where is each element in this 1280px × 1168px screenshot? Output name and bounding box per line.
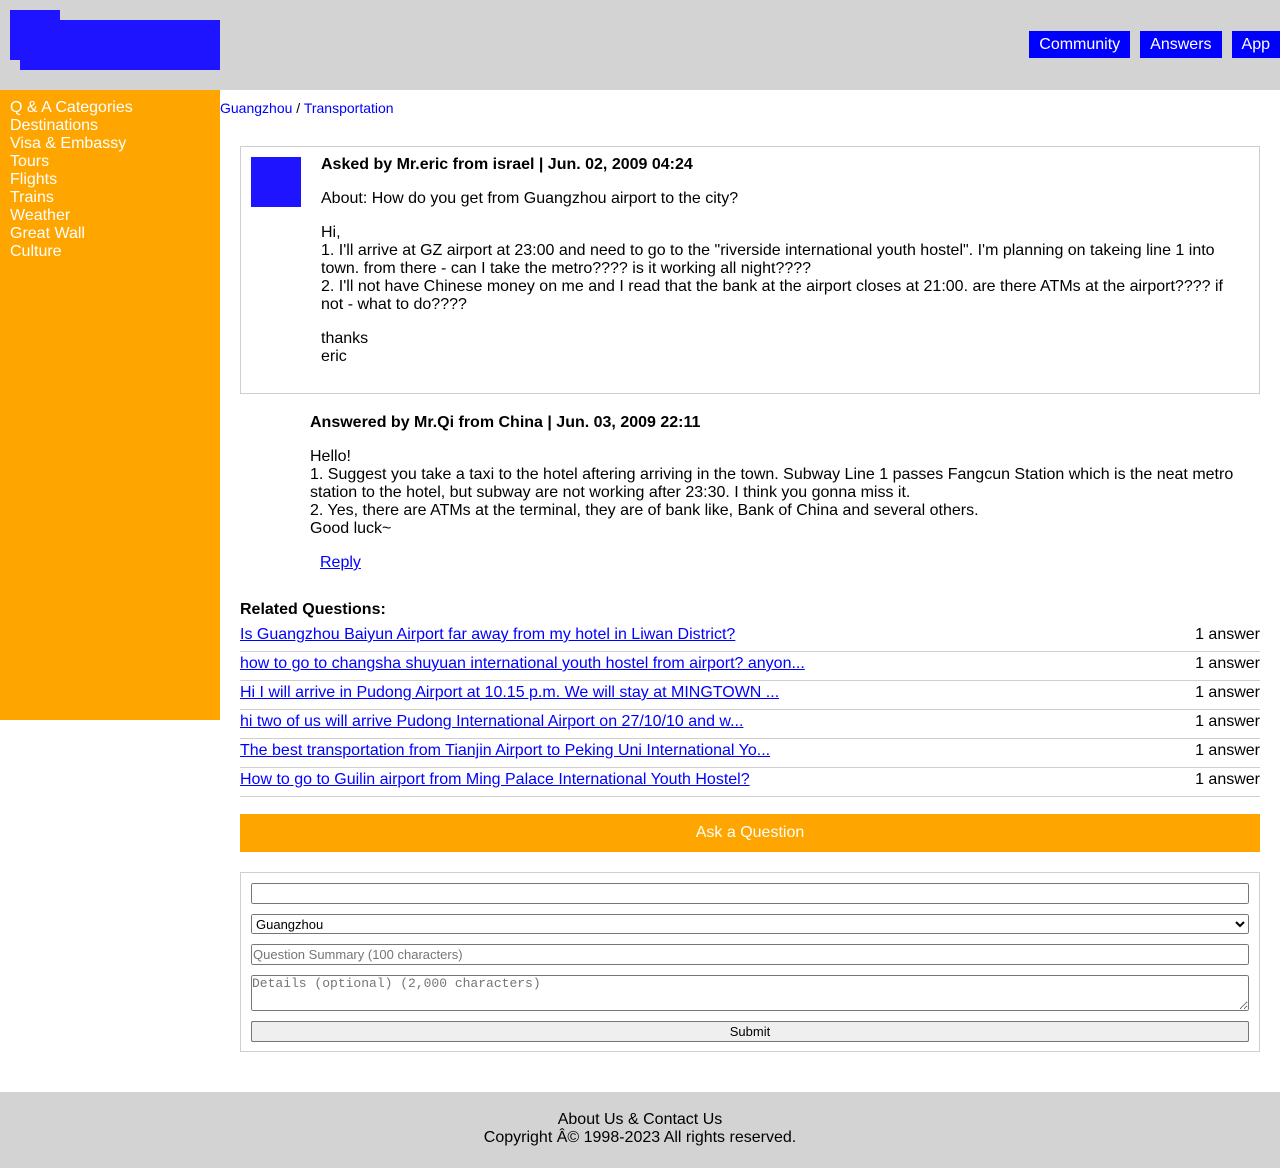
avatar xyxy=(251,157,301,207)
name-input[interactable] xyxy=(251,883,1249,904)
related-question-link[interactable]: Is Guangzhou Baiyun Airport far away fro… xyxy=(240,623,735,651)
related-question-link[interactable]: hi two of us will arrive Pudong Internat… xyxy=(240,710,743,738)
list-item: hi two of us will arrive Pudong Internat… xyxy=(240,710,1260,739)
related-question-link[interactable]: how to go to changsha shuyuan internatio… xyxy=(240,652,805,680)
answer-meta: Answered by Mr.Qi from China | Jun. 03, … xyxy=(310,414,701,431)
sidebar-item-great-wall[interactable]: Great Wall xyxy=(10,225,210,243)
logo-banner[interactable] xyxy=(20,20,220,70)
list-item: how to go to changsha shuyuan internatio… xyxy=(240,652,1260,681)
answer-text: Hello! 1. Suggest you take a taxi to the… xyxy=(310,448,1260,538)
question-line: 1. I'll arrive at GZ airport at 23:00 an… xyxy=(321,242,1215,277)
question-text: Hi, 1. I'll arrive at GZ airport at 23:0… xyxy=(321,224,1241,314)
answer-count: 1 answer xyxy=(1195,713,1260,730)
breadcrumb-separator: / xyxy=(292,100,304,116)
nav-app[interactable]: App xyxy=(1231,31,1280,58)
answer-line: 2. Yes, there are ATMs at the terminal, … xyxy=(310,502,979,519)
answer-count: 1 answer xyxy=(1195,626,1260,643)
copyright-text: Copyright Â© 1998-2023 All rights reserv… xyxy=(483,1129,797,1146)
ask-question-button[interactable]: Ask a Question xyxy=(240,814,1260,852)
answer-count: 1 answer xyxy=(1195,684,1260,701)
question-line: 2. I'll not have Chinese money on me and… xyxy=(321,278,1223,313)
details-textarea[interactable] xyxy=(251,975,1249,1011)
breadcrumb-category[interactable]: Transportation xyxy=(304,100,394,116)
answer-count: 1 answer xyxy=(1195,742,1260,759)
reply-link[interactable]: Reply xyxy=(320,554,361,572)
answer-count: 1 answer xyxy=(1195,771,1260,788)
ask-question-form: Guangzhou Submit xyxy=(240,872,1260,1052)
footer-links[interactable]: About Us & Contact Us xyxy=(0,1111,1280,1129)
signature-line: eric xyxy=(321,348,347,365)
sidebar-item-qa-categories[interactable]: Q & A Categories xyxy=(10,99,210,117)
sidebar-item-weather[interactable]: Weather xyxy=(10,207,210,225)
list-item: The best transportation from Tianjin Air… xyxy=(240,739,1260,768)
sidebar-item-destinations[interactable]: Destinations xyxy=(10,117,210,135)
question-line: Hi, xyxy=(321,224,341,241)
question-card: Asked by Mr.eric from israel | Jun. 02, … xyxy=(240,146,1260,394)
breadcrumb-city[interactable]: Guangzhou xyxy=(220,100,292,116)
answer-line: 1. Suggest you take a taxi to the hotel … xyxy=(310,466,1234,501)
question-summary-input[interactable] xyxy=(251,944,1249,965)
answer-line: Good luck~ xyxy=(310,520,392,537)
breadcrumb: Guangzhou / Transportation xyxy=(220,100,394,116)
sidebar-item-flights[interactable]: Flights xyxy=(10,171,210,189)
top-nav: Community Answers App xyxy=(1019,31,1280,58)
list-item: How to go to Guilin airport from Ming Pa… xyxy=(240,768,1260,797)
answer-line: Hello! xyxy=(310,448,351,465)
site-header: Community Answers App xyxy=(0,0,1280,90)
city-select[interactable]: Guangzhou xyxy=(251,914,1249,934)
related-questions: Related Questions: Is Guangzhou Baiyun A… xyxy=(240,602,1260,797)
sidebar-item-trains[interactable]: Trains xyxy=(10,189,210,207)
question-body: Asked by Mr.eric from israel | Jun. 02, … xyxy=(321,156,1241,366)
sidebar: Q & A Categories Destinations Visa & Emb… xyxy=(0,90,220,720)
answer-count: 1 answer xyxy=(1195,655,1260,672)
related-title: Related Questions: xyxy=(240,601,386,618)
sidebar-item-visa-embassy[interactable]: Visa & Embassy xyxy=(10,135,210,153)
answer-block: Answered by Mr.Qi from China | Jun. 03, … xyxy=(310,414,1260,572)
list-item: Is Guangzhou Baiyun Airport far away fro… xyxy=(240,623,1260,652)
sidebar-item-culture[interactable]: Culture xyxy=(10,243,210,261)
question-meta: Asked by Mr.eric from israel | Jun. 02, … xyxy=(321,156,693,173)
related-list: Is Guangzhou Baiyun Airport far away fro… xyxy=(240,623,1260,797)
list-item: Hi I will arrive in Pudong Airport at 10… xyxy=(240,681,1260,710)
related-question-link[interactable]: How to go to Guilin airport from Ming Pa… xyxy=(240,768,750,796)
related-question-link[interactable]: Hi I will arrive in Pudong Airport at 10… xyxy=(240,681,779,709)
question-about: About: How do you get from Guangzhou air… xyxy=(321,190,739,207)
site-footer: About Us & Contact Us Copyright Â© 1998-… xyxy=(0,1092,1280,1168)
nav-answers[interactable]: Answers xyxy=(1140,31,1222,58)
related-question-link[interactable]: The best transportation from Tianjin Air… xyxy=(240,739,770,767)
nav-community[interactable]: Community xyxy=(1029,31,1131,58)
question-signature: thanks eric xyxy=(321,330,1241,366)
sidebar-item-tours[interactable]: Tours xyxy=(10,153,210,171)
submit-button[interactable]: Submit xyxy=(251,1021,1249,1042)
signature-line: thanks xyxy=(321,330,369,347)
